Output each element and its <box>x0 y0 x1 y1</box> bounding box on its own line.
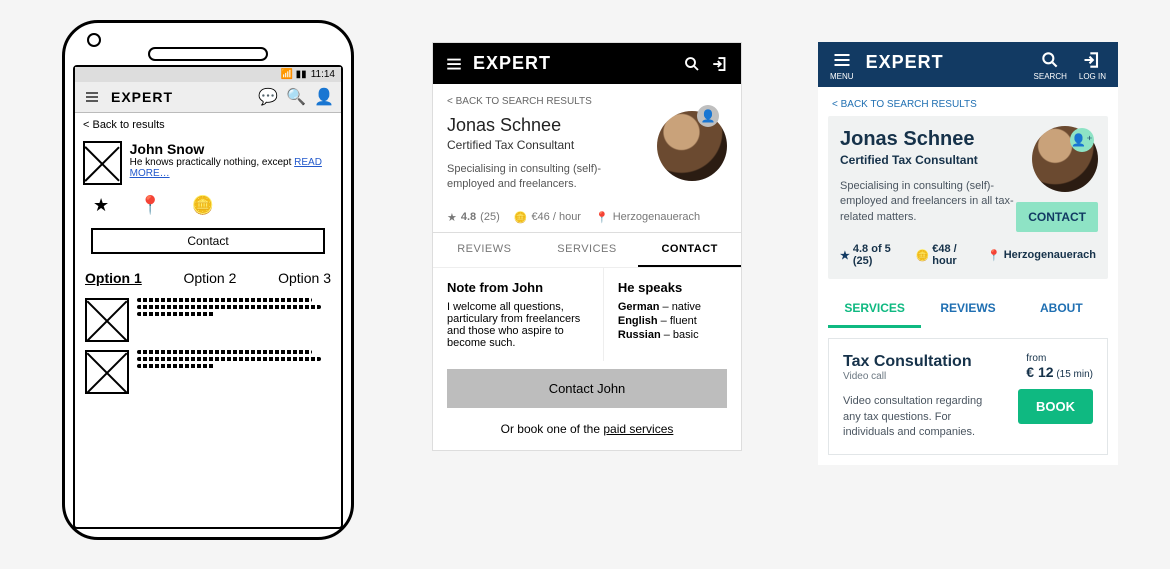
tab-option-2[interactable]: Option 2 <box>183 270 236 286</box>
contact-button[interactable]: CONTACT <box>1016 202 1098 232</box>
menu-icon[interactable] <box>445 55 463 73</box>
profile-bio: Specialising in consulting (self)-employ… <box>447 162 627 193</box>
search-icon[interactable]: 🔍 <box>287 88 305 106</box>
tab-option-3[interactable]: Option 3 <box>278 270 331 286</box>
languages-heading: He speaks <box>618 280 727 295</box>
tab-reviews[interactable]: REVIEWS <box>921 291 1014 328</box>
contact-button[interactable]: Contact John <box>447 369 727 408</box>
paid-services-link[interactable]: paid services <box>603 422 673 436</box>
menu-label: MENU <box>830 72 854 81</box>
location-stat: 📍Herzogenauerach <box>595 211 700 224</box>
mockup-dark: EXPERT < BACK TO SEARCH RESULTS Jonas Sc… <box>432 42 742 451</box>
pc-header: MENU EXPERT SEARCH LOG IN <box>818 42 1118 87</box>
star-icon: ★ <box>447 211 457 224</box>
stat-glyph-row: ★ 📍 🪙 <box>83 185 333 222</box>
pb-header: EXPERT <box>433 43 741 84</box>
profile-card: Jonas Schnee Certified Tax Consultant Sp… <box>828 116 1108 279</box>
tab-services[interactable]: SERVICES <box>828 291 921 328</box>
list-item[interactable] <box>85 350 331 394</box>
pb-tabs: REVIEWS SERVICES CONTACT <box>433 232 741 267</box>
profile-desc: He knows practically nothing, except REA… <box>130 157 333 179</box>
profile-bio: Specialising in consulting (self)-employ… <box>840 179 1020 225</box>
star-icon: ★ <box>840 249 850 262</box>
service-price: from € 12 (15 min) <box>1026 353 1093 380</box>
add-contact-icon[interactable]: 👤 <box>697 105 719 127</box>
status-time: 11:14 <box>311 69 335 80</box>
contact-panel: Note from John I welcome all questions, … <box>433 267 741 361</box>
back-link[interactable]: < BACK TO SEARCH RESULTS <box>818 87 1118 116</box>
wireframe-phone: 📶 ▮▮11:14 EXPERT 💬 🔍 👤 < Back to results… <box>62 20 354 540</box>
brand-label: EXPERT <box>866 50 1022 73</box>
tab-reviews[interactable]: REVIEWS <box>433 233 536 267</box>
add-contact-icon[interactable]: 👤⁺ <box>1070 128 1094 152</box>
search-icon[interactable] <box>683 55 701 73</box>
note-block: Note from John I welcome all questions, … <box>433 268 603 361</box>
list-item[interactable] <box>85 298 331 342</box>
status-bar: 📶 ▮▮11:14 <box>75 67 341 82</box>
pc-tabs: SERVICES REVIEWS ABOUT <box>828 291 1108 328</box>
mockup-blue: MENU EXPERT SEARCH LOG IN < BACK TO SEAR… <box>818 42 1118 465</box>
wf-tabs: Option 1 Option 2 Option 3 <box>75 260 341 290</box>
menu-icon[interactable] <box>83 88 101 106</box>
tab-services[interactable]: SERVICES <box>536 233 639 267</box>
user-icon[interactable]: 👤 <box>315 88 333 106</box>
login-icon[interactable] <box>711 55 729 73</box>
rating-stat: ★4.8(25) <box>447 211 500 224</box>
text-placeholder <box>137 298 331 316</box>
avatar: 👤⁺ <box>1032 126 1098 192</box>
profile-card: John Snow He knows practically nothing, … <box>83 141 333 254</box>
back-link[interactable]: < Back to results <box>75 113 341 137</box>
stats-row: ★4.8(25) 🪙€46 / hour 📍Herzogenauerach <box>433 203 741 232</box>
back-link[interactable]: < BACK TO SEARCH RESULTS <box>433 84 741 111</box>
tab-contact[interactable]: CONTACT <box>638 233 741 267</box>
contact-button[interactable]: Contact <box>91 228 325 254</box>
note-body: I welcome all questions, particulary fro… <box>447 301 589 349</box>
menu-button[interactable]: MENU <box>830 50 854 81</box>
location-stat: 📍Herzogenauerach <box>987 249 1096 262</box>
coins-icon: 🪙 <box>514 211 528 224</box>
coins-icon: 🪙 <box>916 249 930 262</box>
service-desc: Video consultation regarding any tax que… <box>843 394 1003 440</box>
rate-stat: 🪙€48 / hour <box>916 243 975 267</box>
chat-icon[interactable]: 💬 <box>259 88 277 106</box>
pin-icon: 📍 <box>595 211 609 224</box>
wireframe-screen: 📶 ▮▮11:14 EXPERT 💬 🔍 👤 < Back to results… <box>73 65 343 529</box>
profile-name: John Snow <box>130 141 333 157</box>
search-label: SEARCH <box>1034 72 1067 81</box>
avatar: 👤 <box>657 111 727 181</box>
brand-label: EXPERT <box>111 89 249 105</box>
wf-header: EXPERT 💬 🔍 👤 <box>75 82 341 113</box>
login-button[interactable]: LOG IN <box>1079 50 1106 81</box>
tab-option-1[interactable]: Option 1 <box>85 270 142 286</box>
rate-stat: 🪙€46 / hour <box>514 211 581 224</box>
phone-speaker <box>148 47 268 61</box>
brand-label: EXPERT <box>473 53 673 74</box>
tab-about[interactable]: ABOUT <box>1015 291 1108 328</box>
book-button[interactable]: BOOK <box>1018 389 1093 424</box>
pin-icon: 📍 <box>987 249 1001 262</box>
language-item: German – native <box>618 301 727 313</box>
rating-stat: ★4.8 of 5 (25) <box>840 243 904 267</box>
service-card: Tax Consultation Video call Video consul… <box>828 338 1108 455</box>
thumb-placeholder <box>85 350 129 394</box>
language-item: Russian – basic <box>618 329 727 341</box>
profile-section: Jonas Schnee Certified Tax Consultant Sp… <box>433 111 741 203</box>
pin-icon: 📍 <box>139 195 161 216</box>
languages-block: He speaks German – native English – flue… <box>603 268 741 361</box>
avatar-placeholder <box>83 141 122 185</box>
star-icon: ★ <box>93 195 109 216</box>
text-placeholder <box>137 350 331 368</box>
search-button[interactable]: SEARCH <box>1034 50 1067 81</box>
coins-icon: 🪙 <box>192 195 214 216</box>
login-label: LOG IN <box>1079 72 1106 81</box>
note-heading: Note from John <box>447 280 589 295</box>
thumb-placeholder <box>85 298 129 342</box>
or-book-text: Or book one of the paid services <box>433 416 741 450</box>
language-item: English – fluent <box>618 315 727 327</box>
